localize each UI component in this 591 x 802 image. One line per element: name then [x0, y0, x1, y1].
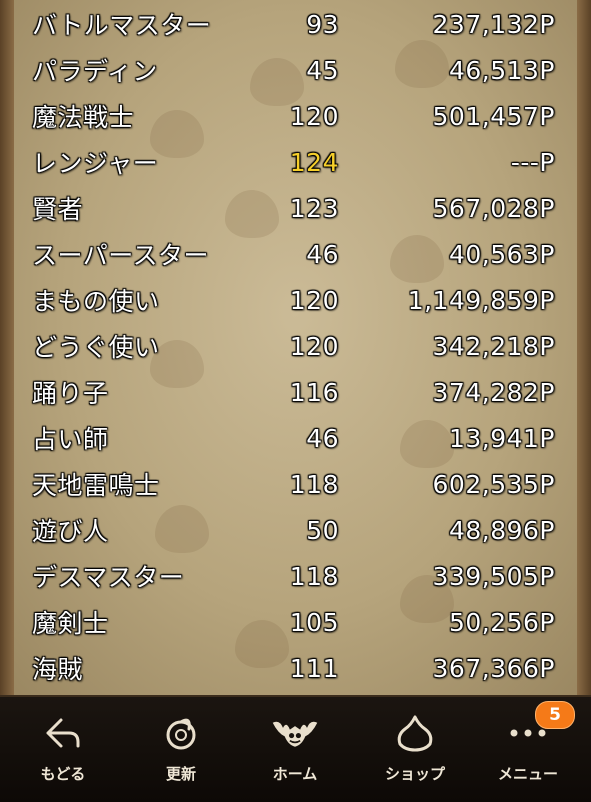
job-points: 46,513P [448, 55, 555, 85]
nav-refresh-button[interactable]: 更新 [136, 711, 226, 791]
job-level: 45 [306, 55, 339, 85]
job-row: デスマスター 118 339,505P [14, 553, 577, 599]
nav-back-button[interactable]: もどる [18, 711, 108, 791]
job-points: 374,282P [432, 377, 555, 407]
job-name: デスマスター [32, 563, 185, 592]
job-level: 50 [306, 515, 339, 545]
bottom-nav-bar: もどる 更新 ホーム ショップ メニュー [0, 695, 591, 802]
job-level-panel: バトルマスター 93 237,132P パラディン 45 46,513P 魔法戦… [0, 0, 591, 695]
job-level: 120 [289, 101, 339, 131]
job-row: バトルマスター 93 237,132P [14, 1, 577, 47]
job-name: 海賊 [32, 655, 84, 684]
job-name: 遊び人 [32, 517, 109, 546]
job-row: 天地雷鳴士 118 602,535P [14, 461, 577, 507]
job-level: 118 [289, 469, 339, 499]
job-points: 567,028P [432, 193, 555, 223]
job-level: 46 [306, 423, 339, 453]
nav-home-button[interactable]: ホーム [250, 711, 340, 791]
job-row: 踊り子 116 374,282P [14, 369, 577, 415]
job-level: 93 [306, 9, 339, 39]
job-points: 50,256P [448, 607, 555, 637]
job-name: まもの使い [32, 287, 160, 316]
job-name: レンジャー [32, 149, 159, 178]
job-level: 46 [306, 239, 339, 269]
job-points: 602,535P [432, 469, 555, 499]
job-row: 占い師 46 13,941P [14, 415, 577, 461]
panel-left-edge [0, 0, 14, 695]
job-level: 116 [289, 377, 339, 407]
notification-badge: 5 [535, 701, 575, 729]
job-points: 501,457P [432, 101, 555, 131]
job-level: 120 [289, 285, 339, 315]
back-arrow-icon [39, 711, 87, 755]
job-points: 48,896P [448, 515, 555, 545]
job-points: 339,505P [432, 561, 555, 591]
job-points: ---P [510, 147, 555, 177]
job-row: 魔剣士 105 50,256P [14, 599, 577, 645]
job-row: まもの使い 120 1,149,859P [14, 277, 577, 323]
job-name: どうぐ使い [32, 333, 160, 362]
job-row: 海賊 111 367,366P [14, 645, 577, 691]
nav-back-label: もどる [40, 765, 86, 783]
job-name: パラディン [32, 57, 158, 86]
job-row: スーパースター 46 40,563P [14, 231, 577, 277]
nav-menu-label: メニュー [497, 765, 558, 783]
dracky-bat-icon [271, 711, 319, 755]
job-level: 105 [289, 607, 339, 637]
job-row: どうぐ使い 120 342,218P [14, 323, 577, 369]
job-name: バトルマスター [32, 11, 212, 40]
job-points: 367,366P [432, 653, 555, 683]
nav-shop-button[interactable]: ショップ [370, 711, 460, 791]
job-name: 魔剣士 [32, 609, 109, 638]
job-name: 賢者 [32, 195, 84, 224]
job-name: スーパースター [32, 241, 210, 270]
nav-home-label: ホーム [272, 765, 318, 783]
job-name: 占い師 [32, 425, 109, 454]
job-points: 1,149,859P [407, 285, 555, 315]
job-level: 111 [289, 653, 339, 683]
job-row: パラディン 45 46,513P [14, 47, 577, 93]
nav-refresh-label: 更新 [165, 765, 196, 783]
job-row: 魔法戦士 120 501,457P [14, 93, 577, 139]
job-points: 237,132P [432, 9, 555, 39]
nav-shop-label: ショップ [384, 765, 445, 783]
job-level-highlighted: 124 [289, 147, 339, 177]
refresh-icon [157, 711, 205, 755]
job-row: 賢者 123 567,028P [14, 185, 577, 231]
job-level: 118 [289, 561, 339, 591]
job-points: 13,941P [448, 423, 555, 453]
slime-icon [391, 711, 439, 755]
job-name: 天地雷鳴士 [32, 471, 160, 500]
job-level: 120 [289, 331, 339, 361]
job-row: 遊び人 50 48,896P [14, 507, 577, 553]
job-name: 魔法戦士 [32, 103, 135, 132]
job-points: 342,218P [432, 331, 555, 361]
panel-right-edge [577, 0, 591, 695]
job-name: 踊り子 [32, 379, 109, 408]
job-points: 40,563P [448, 239, 555, 269]
job-level: 123 [289, 193, 339, 223]
job-row: レンジャー 124 ---P [14, 139, 577, 185]
